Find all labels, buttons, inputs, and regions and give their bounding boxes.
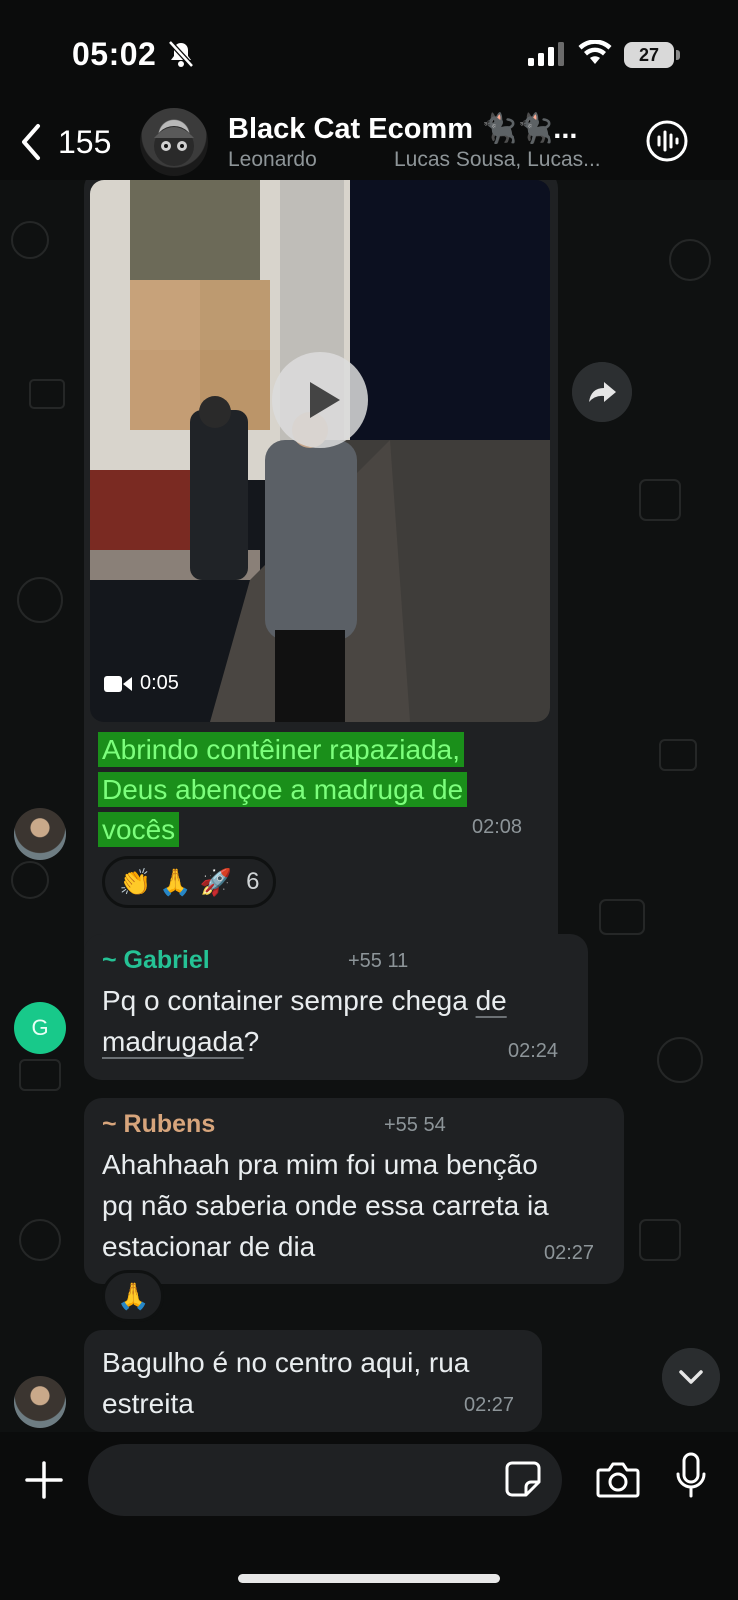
message-line: Ahahhaah pra mim foi uma benção (102, 1149, 538, 1180)
chat-header: 155 Black Cat Ecomm 🐈‍⬛🐈‍⬛... Leonardo L… (0, 104, 738, 180)
message-time: 02:08 (472, 816, 523, 838)
video-thumbnail[interactable]: 0:05 (90, 180, 550, 722)
sender-name[interactable]: ~ Gabriel (102, 946, 210, 975)
message-line: pq não saberia onde essa carreta ia (102, 1190, 549, 1221)
message-input[interactable] (88, 1444, 562, 1516)
message-text: Pq o container sempre chega de madrugada… (102, 980, 572, 1062)
reaction-emoji: 🙏 (159, 866, 192, 897)
plus-icon[interactable] (24, 1460, 64, 1500)
date-link[interactable]: de (476, 985, 507, 1016)
message-text-part: ? (243, 1026, 260, 1057)
chevron-left-icon[interactable] (18, 122, 44, 162)
group-title[interactable]: Black Cat Ecomm 🐈‍⬛🐈‍⬛... (228, 112, 577, 146)
wifi-icon (578, 40, 612, 64)
forward-icon[interactable] (572, 362, 632, 422)
video-scene (90, 180, 550, 722)
date-link[interactable]: madrugada (102, 1026, 244, 1057)
sender-phone: +55 54 (384, 1114, 446, 1136)
sender-phone: +55 11 (348, 950, 409, 972)
video-caption: Abrindo contêiner rapaziada, Deus abenço… (98, 730, 518, 850)
microphone-icon[interactable] (674, 1452, 708, 1504)
avatar[interactable]: G (14, 1002, 66, 1054)
caption-line: vocês (98, 812, 180, 847)
video-duration: 0:05 (104, 672, 179, 695)
message-time: 02:24 (508, 1040, 559, 1062)
sticker-icon[interactable] (504, 1460, 542, 1498)
chevron-down-icon[interactable] (662, 1348, 720, 1406)
battery-tip (676, 50, 680, 60)
sender-name[interactable]: ~ Rubens (102, 1110, 215, 1139)
play-button[interactable] (272, 352, 368, 448)
camera-icon[interactable] (596, 1460, 640, 1500)
message-text-part: Pq o container sempre chega (102, 985, 476, 1016)
signal-icon (528, 42, 564, 66)
message-text: Ahahhaah pra mim foi uma benção pq não s… (102, 1144, 616, 1267)
message-line: Bagulho é no centro aqui, rua (102, 1347, 470, 1378)
status-time: 05:02 (72, 36, 157, 72)
reactions[interactable]: 👏 🙏 🚀 6 (102, 856, 277, 908)
bell-off-icon (168, 40, 194, 68)
typing-member: Leonardo (228, 148, 317, 171)
chat-area[interactable]: 0:05 Abrindo contêiner rapaziada, Deus a… (0, 180, 738, 1432)
message-time: 02:27 (464, 1394, 515, 1416)
reaction-emoji: 👏 (119, 866, 152, 897)
caption-line: Abrindo contêiner rapaziada, (98, 732, 465, 767)
group-members: Lucas Sousa, Lucas... (394, 148, 601, 171)
unread-count[interactable]: 155 (58, 124, 111, 161)
group-avatar[interactable] (140, 108, 208, 176)
message-line: estacionar de dia (102, 1231, 316, 1262)
message-time: 02:27 (544, 1242, 595, 1264)
status-bar: 05:02 27 (0, 0, 738, 104)
reaction-count: 6 (246, 868, 260, 895)
caption-line: Deus abençoe a madruga de (98, 772, 468, 807)
reaction-emoji: 🙏 (117, 1280, 150, 1311)
input-bar (0, 1432, 738, 1600)
video-duration-text: 0:05 (140, 672, 179, 694)
avatar[interactable] (14, 808, 66, 860)
voice-call-icon[interactable] (644, 118, 690, 164)
home-indicator[interactable] (238, 1574, 500, 1583)
message-line: estreita (102, 1388, 194, 1419)
reactions[interactable]: 🙏 (102, 1270, 165, 1322)
avatar[interactable] (14, 1376, 66, 1428)
video-camera-icon (104, 675, 132, 692)
battery-level: 27 (624, 42, 674, 68)
reaction-emoji: 🚀 (199, 866, 233, 897)
cat-helmet-icon (154, 126, 194, 166)
